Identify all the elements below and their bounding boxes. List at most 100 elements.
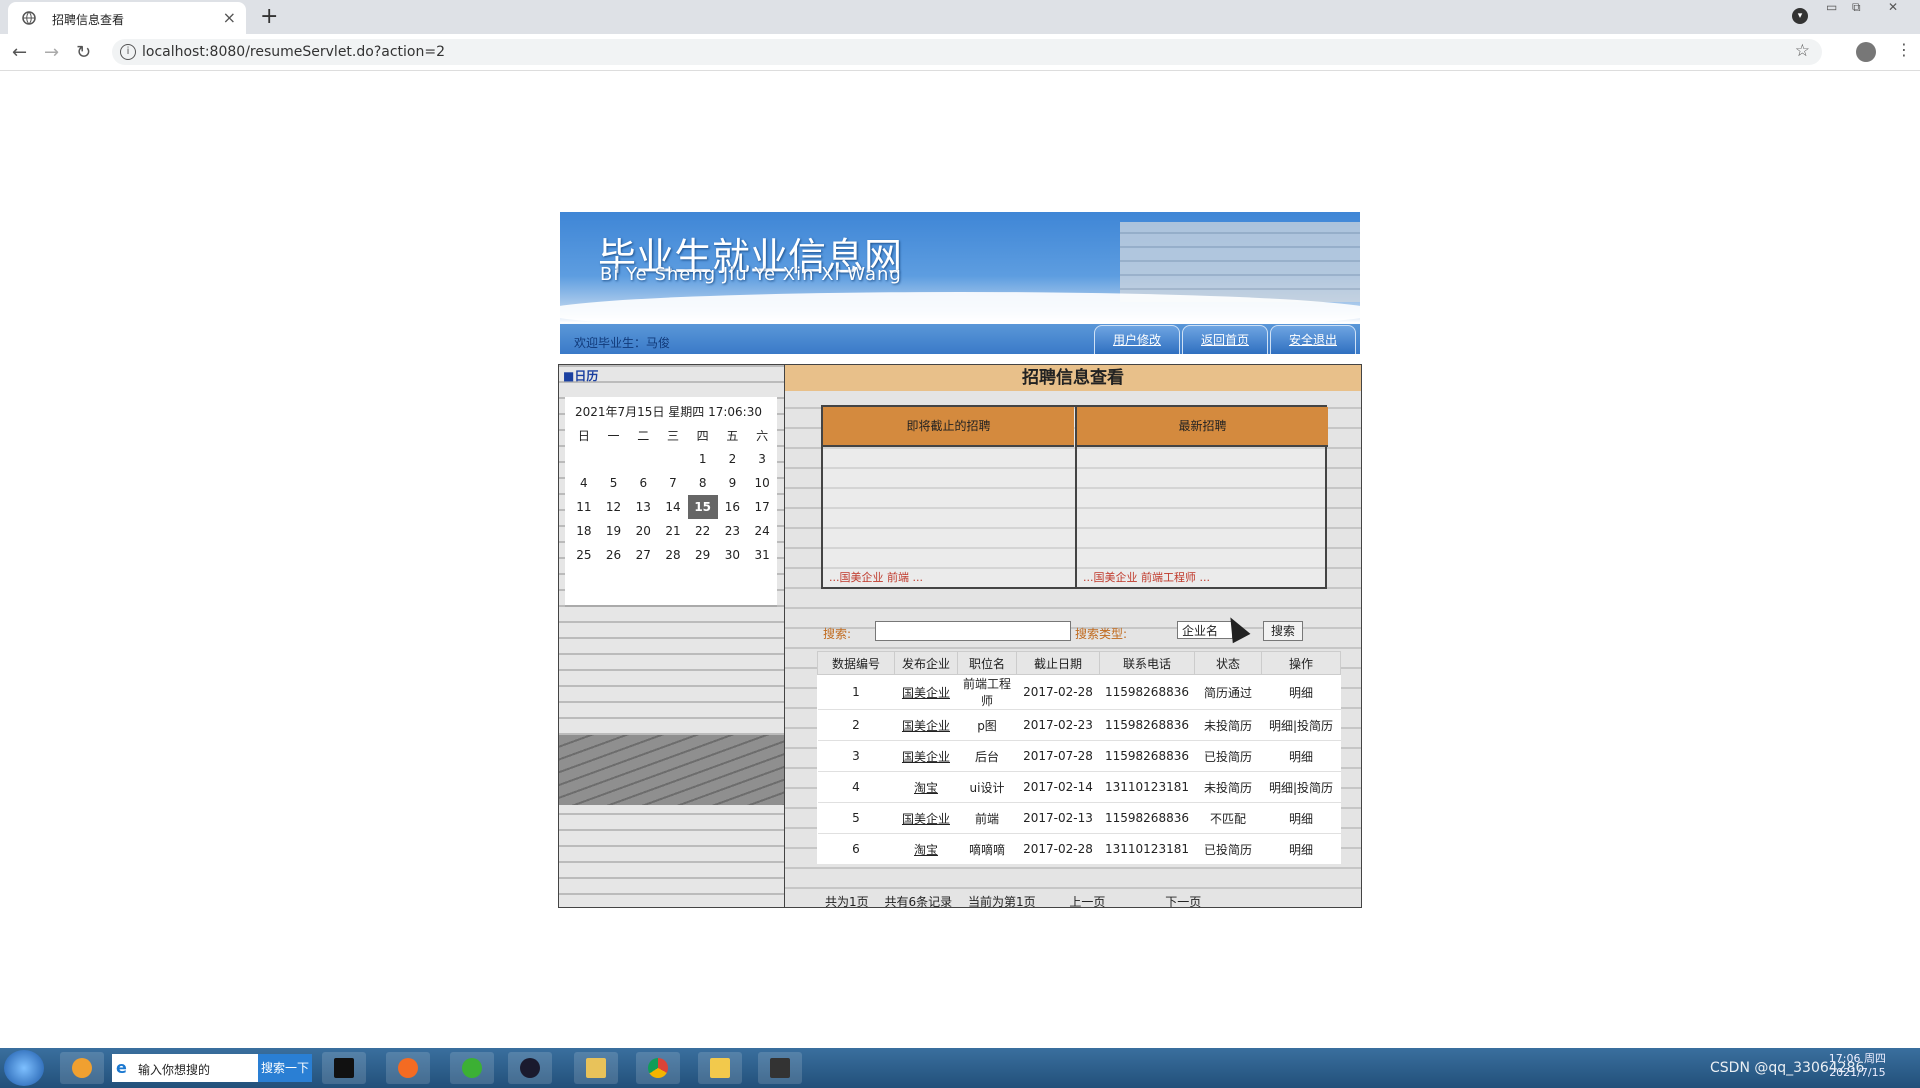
table-header-row: 数据编号 发布企业 职位名 截止日期 联系电话 状态 操作 — [817, 651, 1341, 675]
clock-date: 2021/7/15 — [1829, 1066, 1886, 1079]
calendar-day: 11 — [576, 500, 592, 514]
taskbar-search-button[interactable]: 搜索一下 — [258, 1054, 312, 1082]
calendar-day: 29 — [695, 548, 711, 562]
calendar-day: 3 — [758, 452, 766, 466]
firefox-icon[interactable] — [386, 1052, 430, 1084]
start-button-icon[interactable] — [4, 1050, 44, 1086]
cell-status: 简历通过 — [1194, 674, 1262, 710]
close-window-icon[interactable]: ✕ — [1888, 0, 1898, 20]
cell-status: 未投简历 — [1194, 709, 1262, 741]
action-link[interactable]: 明细|投简历 — [1261, 771, 1341, 803]
latest-jobs-ticker[interactable]: ...国美企业 前端工程师 ... — [1083, 569, 1210, 585]
cell-deadline: 2017-07-28 — [1016, 740, 1100, 772]
jobs-table: 数据编号 发布企业 职位名 截止日期 联系电话 状态 操作 1 国美企业 前端工… — [817, 651, 1341, 864]
company-link[interactable]: 国美企业 — [894, 674, 958, 710]
action-link[interactable]: 明细 — [1261, 802, 1341, 834]
tab-search-icon[interactable]: ▾ — [1792, 8, 1808, 24]
chrome-icon[interactable] — [636, 1052, 680, 1084]
weekday-label: 三 — [666, 428, 679, 443]
company-link[interactable]: 国美企业 — [894, 802, 958, 834]
folder-icon[interactable] — [698, 1052, 742, 1084]
browser-tab-strip: 招聘信息查看 × + ▾ ▭ ⧉ ✕ — [0, 0, 1920, 34]
logout-button[interactable]: 安全退出 — [1270, 325, 1356, 354]
calendar-day: 16 — [724, 500, 741, 514]
next-page-link[interactable]: 下一页 — [1165, 893, 1201, 907]
company-link[interactable]: 淘宝 — [894, 833, 958, 864]
cell-id: 3 — [817, 740, 895, 772]
os-taskbar: e 输入你想搜的 搜索一下 CSDN @qq_33064286 17:06 周四… — [0, 1048, 1920, 1088]
search-input[interactable] — [875, 621, 1071, 641]
table-row: 2 国美企业 p图 2017-02-23 11598268836 未投简历 明细… — [817, 709, 1341, 741]
calendar-day: 31 — [754, 548, 770, 562]
calendar-day: 21 — [665, 524, 681, 538]
profile-avatar-icon[interactable] — [1856, 42, 1876, 62]
action-link[interactable]: 明细|投简历 — [1261, 709, 1341, 741]
app-launcher-icon[interactable] — [60, 1052, 104, 1084]
new-tab-button[interactable]: + — [260, 4, 278, 29]
taskbar-search-input[interactable]: e 输入你想搜的 — [112, 1054, 258, 1082]
calendar-day: 5 — [609, 476, 618, 490]
site-subtitle: Bi Ye Sheng Jiu Ye Xin Xi Wang — [600, 264, 902, 285]
column-header: 职位名 — [957, 651, 1017, 675]
calendar-day: 24 — [754, 524, 770, 538]
calendar-day: 26 — [605, 548, 622, 562]
bookmark-star-icon[interactable]: ☆ — [1795, 41, 1810, 61]
company-link[interactable]: 淘宝 — [894, 771, 958, 803]
taskbar-search-placeholder: 输入你想搜的 — [138, 1063, 211, 1077]
banner-brick-decoration — [1120, 222, 1360, 302]
company-link[interactable]: 国美企业 — [894, 740, 958, 772]
prev-page-link[interactable]: 上一页 — [1069, 893, 1105, 907]
column-header: 操作 — [1261, 651, 1341, 675]
forward-icon[interactable]: → — [44, 42, 59, 63]
restore-icon[interactable]: ⧉ — [1852, 0, 1861, 20]
weekday-label: 六 — [756, 428, 769, 443]
cell-phone: 11598268836 — [1099, 709, 1195, 741]
cell-id: 2 — [817, 709, 895, 741]
reload-icon[interactable]: ↻ — [76, 42, 91, 63]
site-info-icon[interactable]: i — [120, 44, 136, 60]
calendar-day — [569, 447, 599, 471]
wechat-icon[interactable] — [450, 1052, 494, 1084]
cell-position: 前端工程师 — [957, 674, 1017, 710]
obs-icon[interactable] — [508, 1052, 552, 1084]
cell-position: ui设计 — [957, 771, 1017, 803]
globe-icon — [22, 11, 36, 25]
cell-id: 6 — [817, 833, 895, 864]
cell-phone: 11598268836 — [1099, 802, 1195, 834]
system-clock[interactable]: 17:06 周四 2021/7/15 — [1829, 1052, 1886, 1080]
calendar-week: 18 19 20 21 22 23 24 — [569, 519, 777, 543]
pagination: 共为1页 共有6条记录 当前为第1页 上一页 下一页 — [825, 893, 1213, 907]
calendar-day: 10 — [754, 476, 770, 490]
table-row: 6 淘宝 嘀嘀嘀 2017-02-28 13110123181 已投简历 明细 — [817, 833, 1341, 864]
terminal-icon[interactable] — [758, 1052, 802, 1084]
search-type-label: 搜索类型: — [1075, 627, 1128, 641]
site-banner: 毕业生就业信息网 Bi Ye Sheng Jiu Ye Xin Xi Wang … — [560, 212, 1360, 354]
minimize-icon[interactable]: ▭ — [1826, 0, 1837, 20]
ie-icon: e — [116, 1058, 127, 1077]
file-explorer-icon[interactable] — [574, 1052, 618, 1084]
home-button[interactable]: 返回首页 — [1182, 325, 1268, 354]
address-toolbar: ← → ↻ i localhost:8080/resumeServlet.do?… — [0, 34, 1920, 71]
calendar-day: 1 — [698, 452, 707, 466]
intellij-icon[interactable] — [322, 1052, 366, 1084]
close-tab-icon[interactable]: × — [223, 8, 236, 27]
address-bar[interactable]: i localhost:8080/resumeServlet.do?action… — [112, 39, 1822, 65]
weekday-label: 五 — [726, 428, 739, 443]
action-link[interactable]: 明细 — [1261, 674, 1341, 710]
action-link[interactable]: 明细 — [1261, 740, 1341, 772]
tab-title: 招聘信息查看 — [52, 13, 125, 27]
back-icon[interactable]: ← — [12, 42, 27, 63]
table-row: 4 淘宝 ui设计 2017-02-14 13110123181 未投简历 明细… — [817, 771, 1341, 803]
browser-tab[interactable]: 招聘信息查看 × — [8, 2, 246, 34]
cell-phone: 13110123181 — [1099, 771, 1195, 803]
calendar-week: 1 2 3 — [569, 447, 777, 471]
calendar-today: 15 — [687, 495, 718, 519]
action-link[interactable]: 明细 — [1261, 833, 1341, 864]
table-row: 1 国美企业 前端工程师 2017-02-28 11598268836 简历通过… — [817, 674, 1341, 710]
system-tray: CSDN @qq_33064286 17:06 周四 2021/7/15 — [1550, 1048, 1920, 1088]
edit-user-button[interactable]: 用户修改 — [1094, 325, 1180, 354]
search-button[interactable]: 搜索 — [1263, 621, 1303, 641]
company-link[interactable]: 国美企业 — [894, 709, 958, 741]
menu-kebab-icon[interactable]: ⋮ — [1896, 40, 1912, 59]
expiring-jobs-ticker[interactable]: ...国美企业 前端 ... — [829, 569, 923, 585]
